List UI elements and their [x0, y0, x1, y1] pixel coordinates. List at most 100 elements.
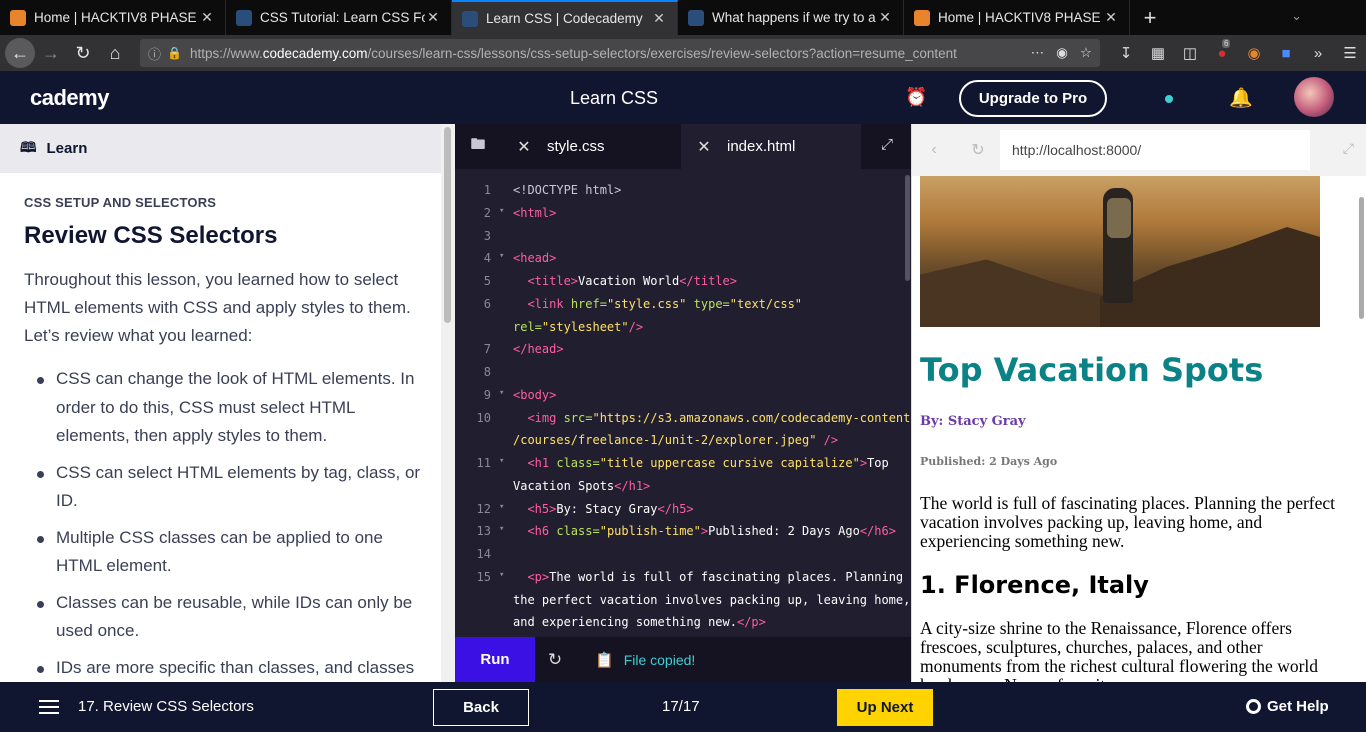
- home-icon[interactable]: ⌂: [99, 37, 131, 69]
- reset-icon[interactable]: ↻: [535, 650, 575, 670]
- expand-icon[interactable]: ⤢: [881, 136, 893, 153]
- browser-tab[interactable]: CSS Tutorial: Learn CSS For ✕: [226, 0, 452, 35]
- close-tab-icon[interactable]: ✕: [425, 9, 441, 26]
- close-icon[interactable]: ✕: [681, 137, 727, 157]
- back-button[interactable]: Back: [433, 689, 529, 726]
- line-number: 3: [483, 228, 491, 243]
- code-token: "publish-time": [599, 524, 701, 539]
- fold-arrow-icon[interactable]: ▾: [499, 388, 504, 398]
- url-bar[interactable]: ⓘ 🔒 https://www.codecademy.com/courses/l…: [140, 39, 1100, 67]
- code-line: 6 <link href="style.css" type="text/css": [455, 297, 911, 319]
- preview-reload-icon[interactable]: ↻: [956, 140, 1000, 160]
- browser-tab[interactable]: What happens if we try to a ✕: [678, 0, 904, 35]
- preview-expand-icon[interactable]: ⤢: [1343, 140, 1354, 157]
- url-text[interactable]: https://www.codecademy.com/courses/learn…: [190, 46, 1023, 61]
- fold-arrow-icon[interactable]: ▾: [499, 206, 504, 216]
- tab-title: Home | HACKTIV8 PHASE 0: [34, 10, 199, 25]
- library-icon[interactable]: ▦: [1142, 44, 1174, 62]
- menu-icon[interactable]: ☰: [1334, 44, 1366, 62]
- more-icon[interactable]: ⋯: [1031, 45, 1045, 61]
- close-icon[interactable]: ✕: [501, 137, 547, 157]
- tab-list-chevron-icon[interactable]: ⌄: [1291, 8, 1302, 24]
- bell-icon[interactable]: 🔔: [1229, 86, 1253, 110]
- preview-back-icon[interactable]: ‹: [912, 141, 956, 159]
- upgrade-to-pro-button[interactable]: Upgrade to Pro: [959, 80, 1107, 117]
- code-token: <h6: [527, 524, 557, 539]
- preview-title: Top Vacation Spots: [920, 351, 1264, 389]
- close-tab-icon[interactable]: ✕: [651, 10, 667, 27]
- fold-arrow-icon[interactable]: ▾: [499, 570, 504, 580]
- book-icon: 🕮: [20, 138, 37, 155]
- line-number: 11: [476, 456, 491, 470]
- editor-scrollbar[interactable]: [903, 169, 911, 637]
- tab-title: Learn CSS | Codecademy: [486, 11, 643, 26]
- run-button[interactable]: Run: [455, 637, 535, 682]
- preview-scrollbar[interactable]: [1356, 176, 1366, 682]
- extension-blue-icon[interactable]: ■: [1270, 45, 1302, 62]
- learn-scroll-thumb[interactable]: [444, 127, 451, 323]
- code-token: Published: 2 Days Ago: [708, 524, 860, 539]
- preview-url[interactable]: http://localhost:8000/: [1000, 130, 1310, 170]
- tab-style-css[interactable]: ✕ style.css: [501, 124, 681, 169]
- fold-arrow-icon[interactable]: ▾: [499, 524, 504, 534]
- editor-scroll-thumb[interactable]: [905, 175, 910, 281]
- pocket-icon[interactable]: ◉: [1056, 45, 1068, 61]
- code-token: "text/css": [729, 296, 803, 311]
- bookmark-star-icon[interactable]: ☆: [1080, 45, 1092, 61]
- hero-rock-right: [1100, 227, 1320, 327]
- code-line: 8: [455, 365, 911, 387]
- code-line: rel="stylesheet"/>: [455, 320, 911, 342]
- code-token: <title>: [527, 274, 579, 288]
- codecademy-logo[interactable]: codecademy: [30, 85, 486, 598]
- new-tab-button[interactable]: +: [1130, 0, 1170, 35]
- hamburger-menu-icon[interactable]: [39, 700, 59, 714]
- code-token: </title>: [679, 274, 737, 288]
- learn-scrollbar[interactable]: [441, 124, 455, 682]
- get-help-button[interactable]: Get Help: [1246, 698, 1329, 715]
- ublock-icon[interactable]: ● 6: [1206, 38, 1238, 62]
- tab-title: Home | HACKTIV8 PHASE 0: [938, 10, 1103, 25]
- code-line: 4 ▾ <head>: [455, 251, 911, 273]
- close-tab-icon[interactable]: ✕: [199, 9, 215, 26]
- alarm-clock-icon[interactable]: ⏰: [905, 87, 927, 108]
- overflow-chevron-icon[interactable]: »: [1302, 45, 1334, 62]
- fold-arrow-icon[interactable]: ▾: [499, 251, 504, 261]
- browser-tab[interactable]: Learn CSS | Codecademy ✕: [452, 0, 678, 35]
- info-icon[interactable]: ⓘ: [148, 44, 161, 63]
- close-tab-icon[interactable]: ✕: [877, 9, 893, 26]
- code-token: <body>: [513, 387, 557, 402]
- code-text: <h1 class="title uppercase cursive capit…: [513, 456, 888, 470]
- download-icon[interactable]: ↧: [1110, 44, 1142, 62]
- line-number: 5: [483, 274, 491, 288]
- back-arrow-icon[interactable]: ←: [5, 38, 35, 68]
- code-editor: 🖿 ✕ style.css ✕ index.html ⤢ 1 <!DOCTYPE …: [455, 124, 911, 682]
- code-area[interactable]: 1 <!DOCTYPE html> 2 ▾ <html> 3 4 ▾ <head> 5 <titl…: [455, 169, 911, 637]
- reload-icon[interactable]: ↻: [67, 37, 99, 69]
- copy-file-icon[interactable]: 📋: [595, 651, 614, 669]
- code-token: </head>: [513, 342, 564, 357]
- line-number: 14: [476, 547, 491, 561]
- preview-scroll-thumb[interactable]: [1359, 197, 1364, 319]
- code-token: </h1>: [614, 478, 651, 493]
- status-dot-icon: [1165, 95, 1173, 103]
- fold-arrow-icon[interactable]: ▾: [499, 502, 504, 512]
- code-token: src=: [563, 410, 593, 425]
- code-token: "stylesheet": [541, 319, 629, 334]
- extension-icon[interactable]: ◉: [1238, 44, 1270, 62]
- footer-lesson-title[interactable]: 17. Review CSS Selectors: [78, 698, 254, 715]
- avatar[interactable]: [1294, 77, 1334, 117]
- tab-index-html[interactable]: ✕ index.html: [681, 124, 861, 169]
- lesson-footer: 17. Review CSS Selectors Back 17/17 Up N…: [0, 682, 1366, 732]
- sidebar-icon[interactable]: ◫: [1174, 44, 1206, 62]
- forward-arrow-icon[interactable]: →: [35, 37, 67, 69]
- editor-tabs: 🖿 ✕ style.css ✕ index.html ⤢: [455, 124, 911, 169]
- code-token: "https://s3.amazonaws.com/codecademy-con…: [592, 410, 911, 425]
- code-token: </p>: [736, 615, 766, 630]
- fold-arrow-icon[interactable]: ▾: [499, 456, 504, 466]
- browser-tab[interactable]: Home | HACKTIV8 PHASE 0 ✕: [0, 0, 226, 35]
- code-token: "title uppercase cursive capitalize": [599, 456, 860, 470]
- close-tab-icon[interactable]: ✕: [1103, 9, 1119, 26]
- browser-tab[interactable]: Home | HACKTIV8 PHASE 0 ✕: [904, 0, 1130, 35]
- folder-icon[interactable]: 🖿: [455, 134, 501, 159]
- up-next-button[interactable]: Up Next: [837, 689, 933, 726]
